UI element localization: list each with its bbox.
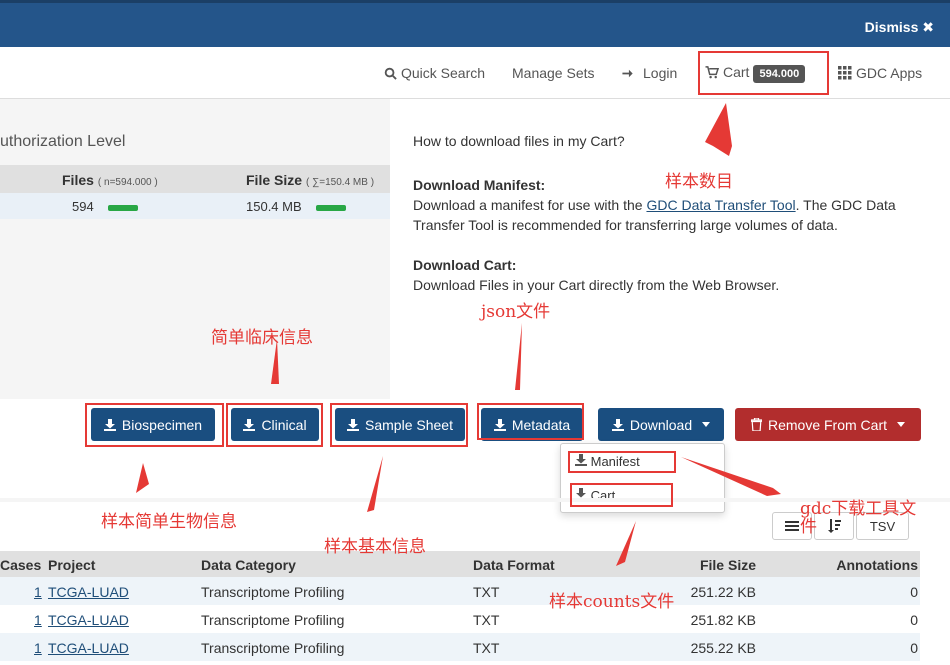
annotation-json-file: json文件: [481, 302, 551, 322]
annotation-gdc-tool-line1: gdc下载工具文: [800, 499, 917, 519]
annotation-biospecimen-info: 样本简单生物信息: [101, 512, 237, 532]
arrow-from-manifest: [681, 457, 781, 496]
annotation-clinical-info: 简单临床信息: [211, 328, 313, 348]
annotation-arrows: [136, 103, 781, 566]
arrow-to-metadata: [515, 323, 522, 390]
arrow-from-cart-item: [616, 521, 636, 566]
arrow-from-biospecimen: [136, 463, 149, 493]
arrow-from-sample-sheet: [367, 456, 383, 512]
annotation-counts-file: 样本counts文件: [549, 592, 675, 612]
arrow-to-cart: [705, 103, 732, 156]
annotation-gdc-tool-line2: 件: [800, 517, 817, 537]
annotation-sample-count: 样本数目: [665, 172, 733, 192]
annotation-sample-info: 样本基本信息: [324, 537, 426, 557]
